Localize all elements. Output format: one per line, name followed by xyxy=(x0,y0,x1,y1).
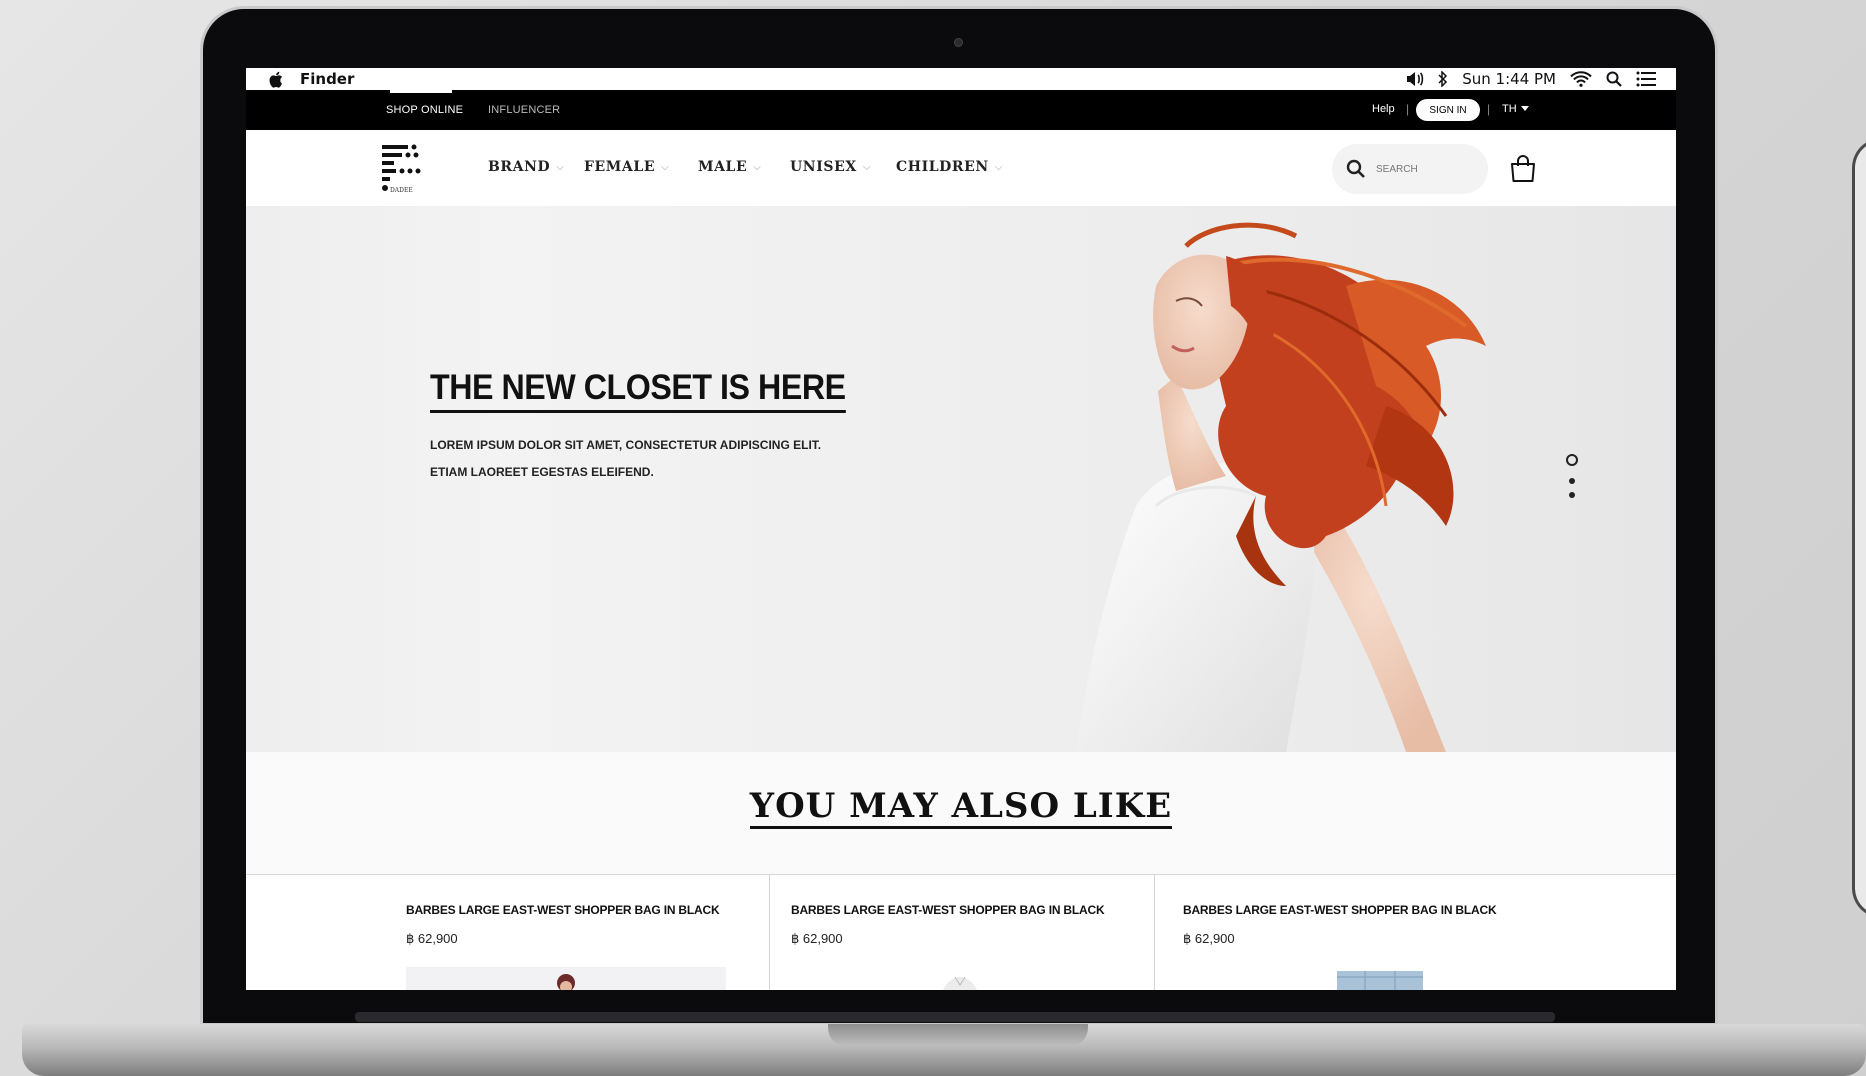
slide-indicator xyxy=(1566,454,1580,504)
top-utility-bar: SHOP ONLINE INFLUENCER Help | SIGN IN | … xyxy=(246,90,1676,130)
nav-item-brand[interactable]: BRAND ⌵ xyxy=(488,159,564,175)
tab-shop-online[interactable]: SHOP ONLINE xyxy=(386,90,463,130)
chevron-down-icon: ⌵ xyxy=(661,161,670,173)
slide-dot-active[interactable] xyxy=(1566,454,1578,466)
caret-down-icon xyxy=(1520,106,1529,111)
hero-title: THE NEW CLOSET IS HERE xyxy=(430,368,846,413)
nav-item-male[interactable]: MALE ⌵ xyxy=(698,159,761,175)
hero-subtitle-line: ETIAM LAOREET EGESTAS ELEIFEND. xyxy=(430,465,654,479)
divider: | xyxy=(1406,102,1410,116)
section-title-text: YOU MAY ALSO LIKE xyxy=(749,786,1173,829)
camera xyxy=(954,38,963,47)
search-input[interactable] xyxy=(1376,163,1476,175)
product-card[interactable]: BARBES LARGE EAST-WEST SHOPPER BAG IN BL… xyxy=(246,875,770,990)
product-card[interactable]: BARBES LARGE EAST-WEST SHOPPER BAG IN BL… xyxy=(770,875,1155,990)
menubar-clock[interactable]: Sun 1:44 PM xyxy=(1462,70,1556,88)
language-label: TH xyxy=(1502,103,1517,115)
hero-model-image xyxy=(1076,222,1486,752)
nav-item-female[interactable]: FEMALE ⌵ xyxy=(584,159,669,175)
product-price: ฿ 62,900 xyxy=(1183,931,1235,946)
laptop-notch xyxy=(828,1024,1088,1046)
active-app-name[interactable]: Finder xyxy=(300,70,354,88)
nav-label: CHILDREN xyxy=(896,159,989,175)
section-title: YOU MAY ALSO LIKE xyxy=(246,786,1676,829)
nav-item-children[interactable]: CHILDREN ⌵ xyxy=(896,159,1003,175)
search-box[interactable] xyxy=(1332,144,1488,194)
nav-label: BRAND xyxy=(488,159,551,175)
hero-subtitle: LOREM IPSUM DOLOR SIT AMET, CONSECTETUR … xyxy=(430,432,850,486)
mockup-stage: Finder Sun 1:44 PM SHOP ONLINE INFLUENCE… xyxy=(0,0,1866,1076)
product-price: ฿ 62,900 xyxy=(791,931,843,946)
main-navbar: DADEE BRAND ⌵ FEMALE ⌵ MALE ⌵ UNISEX ⌵ CHILD… xyxy=(246,130,1676,206)
mac-menubar: Finder Sun 1:44 PM xyxy=(246,68,1676,90)
notification-center-icon[interactable] xyxy=(1636,70,1656,88)
product-image[interactable] xyxy=(406,967,726,990)
nav-item-unisex[interactable]: UNISEX ⌵ xyxy=(790,159,871,175)
chevron-down-icon: ⌵ xyxy=(994,161,1003,173)
product-image[interactable] xyxy=(900,967,1020,990)
slide-dot[interactable] xyxy=(1569,478,1575,484)
spotlight-search-icon[interactable] xyxy=(1606,70,1622,88)
bluetooth-icon[interactable] xyxy=(1438,70,1448,88)
product-name[interactable]: BARBES LARGE EAST-WEST SHOPPER BAG IN BL… xyxy=(1183,903,1497,917)
language-selector[interactable]: TH xyxy=(1502,103,1529,115)
search-icon xyxy=(1346,159,1365,178)
laptop-hinge xyxy=(355,1012,1555,1022)
slide-dot[interactable] xyxy=(1569,492,1575,498)
product-card[interactable]: BARBES LARGE EAST-WEST SHOPPER BAG IN BL… xyxy=(1155,875,1676,990)
recommendations-section: YOU MAY ALSO LIKE BARBES LARGE EAST-WEST… xyxy=(246,752,1676,990)
tab-influencer[interactable]: INFLUENCER xyxy=(488,90,560,130)
product-name[interactable]: BARBES LARGE EAST-WEST SHOPPER BAG IN BL… xyxy=(791,903,1105,917)
wifi-icon[interactable] xyxy=(1570,70,1592,88)
browser-screen: Finder Sun 1:44 PM SHOP ONLINE INFLUENCE… xyxy=(246,68,1676,990)
help-link[interactable]: Help xyxy=(1372,103,1395,115)
phone-edge xyxy=(1852,138,1866,918)
volume-icon[interactable] xyxy=(1406,70,1424,88)
product-list: BARBES LARGE EAST-WEST SHOPPER BAG IN BL… xyxy=(246,874,1676,990)
product-price: ฿ 62,900 xyxy=(406,931,458,946)
apple-icon[interactable] xyxy=(266,70,284,88)
brand-logo[interactable]: DADEE xyxy=(380,142,424,198)
chevron-down-icon: ⌵ xyxy=(556,161,565,173)
chevron-down-icon: ⌵ xyxy=(753,161,762,173)
nav-label: FEMALE xyxy=(584,159,656,175)
chevron-down-icon: ⌵ xyxy=(862,161,871,173)
product-name[interactable]: BARBES LARGE EAST-WEST SHOPPER BAG IN BL… xyxy=(406,903,720,917)
hero-banner[interactable]: THE NEW CLOSET IS HERE LOREM IPSUM DOLOR… xyxy=(246,206,1676,752)
divider: | xyxy=(1487,102,1491,116)
nav-label: MALE xyxy=(698,159,748,175)
hero-subtitle-line: LOREM IPSUM DOLOR SIT AMET, CONSECTETUR … xyxy=(430,438,822,452)
product-image[interactable] xyxy=(1335,967,1425,990)
svg-text:DADEE: DADEE xyxy=(390,187,413,194)
shopping-bag-icon[interactable] xyxy=(1508,154,1538,184)
nav-label: UNISEX xyxy=(790,159,857,175)
sign-in-button[interactable]: SIGN IN xyxy=(1416,99,1480,121)
